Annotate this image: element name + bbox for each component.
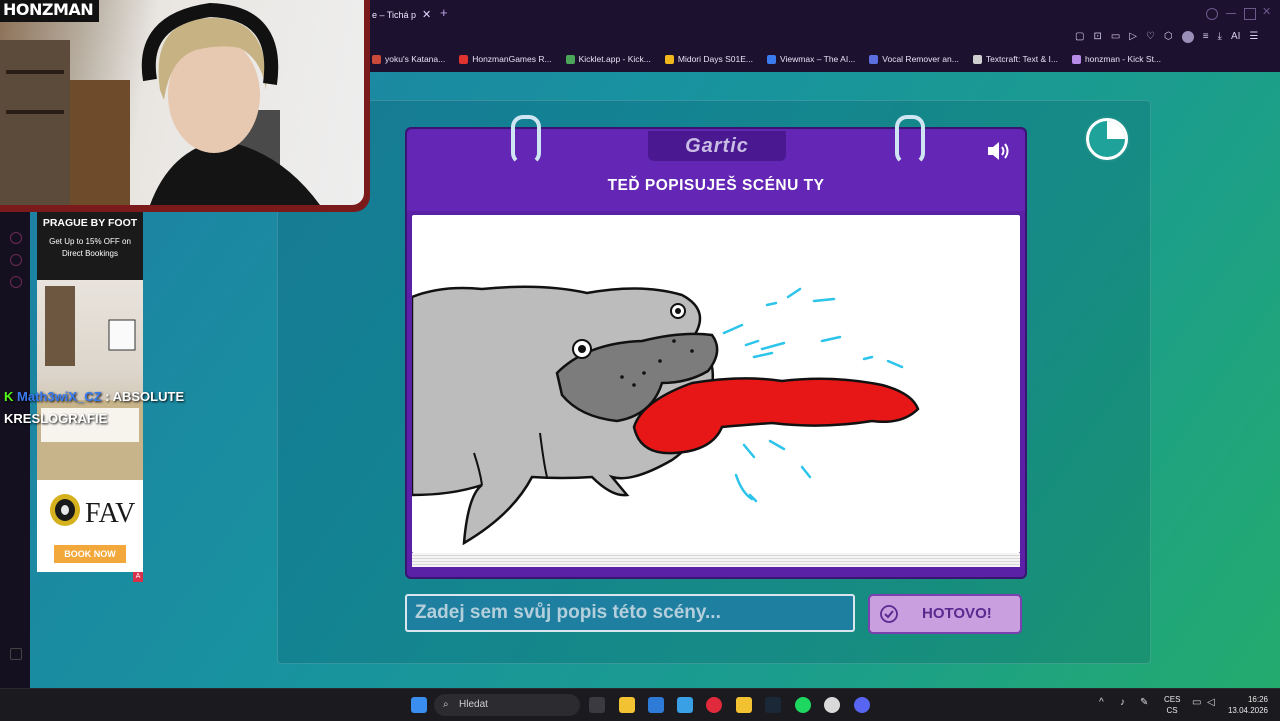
- menu-icon[interactable]: ≡: [1203, 31, 1209, 43]
- screenshot-icon[interactable]: ⊡: [1093, 31, 1101, 43]
- kick-logo-icon: K: [4, 389, 14, 404]
- steam-icon[interactable]: [765, 697, 781, 713]
- display-icon[interactable]: ▭: [1192, 697, 1201, 708]
- chat-separator: :: [101, 389, 113, 404]
- volume-icon[interactable]: ◁: [1207, 697, 1215, 708]
- bookmark-item[interactable]: Vocal Remover an...: [869, 50, 959, 68]
- tray-chevron-icon[interactable]: ^: [1099, 697, 1104, 708]
- bookmark-item[interactable]: Textcraft: Text & I...: [972, 50, 1058, 68]
- extensions-icon[interactable]: ⬡: [1164, 31, 1173, 43]
- notepad-icon[interactable]: [736, 697, 752, 713]
- gartic-logo: Gartic: [685, 135, 749, 157]
- language-indicator[interactable]: CES CS: [1164, 694, 1180, 716]
- settings-icon[interactable]: ☰: [1249, 31, 1258, 43]
- chat-message: K Math3wiX_CZ : ABSOLUTE KRESLOGRAFIE: [4, 386, 264, 430]
- search-placeholder: Hledat: [459, 699, 488, 710]
- clock-time: 16:26: [1247, 695, 1268, 704]
- bookmark-item[interactable]: yoku's Katana...: [372, 50, 445, 68]
- bookmark-item[interactable]: honzman - Kick St...: [1071, 50, 1161, 68]
- keyboard-layout: CS: [1166, 706, 1178, 715]
- favicon-icon: [664, 54, 674, 64]
- favicon-icon: [372, 54, 381, 64]
- ad-banner: DARE TO EXPLORE PRAGUE BY FOOT Get Up to…: [37, 205, 143, 280]
- windows-start-icon[interactable]: [411, 697, 427, 713]
- new-tab-button[interactable]: +: [440, 5, 448, 20]
- sidebar-settings-icon[interactable]: [10, 276, 22, 288]
- ms-store-icon[interactable]: [648, 697, 664, 713]
- sidebar-more-icon[interactable]: [10, 648, 22, 660]
- close-window-icon[interactable]: ✕: [1262, 7, 1272, 18]
- minimize-icon[interactable]: [1226, 8, 1236, 14]
- binder-ring-icon: [511, 115, 541, 165]
- adchoices-icon[interactable]: A: [133, 572, 143, 582]
- spotify-icon[interactable]: [795, 697, 811, 713]
- favicon-icon: [1071, 54, 1081, 64]
- maximize-icon[interactable]: [1244, 8, 1256, 20]
- profile-avatar[interactable]: [1181, 31, 1194, 43]
- page-stack-divider: [412, 553, 1020, 567]
- outlook-icon[interactable]: [677, 697, 693, 713]
- play-icon[interactable]: ▷: [1129, 31, 1137, 43]
- sidebar-history-icon[interactable]: [10, 232, 22, 244]
- svg-text:FAV: FAV: [85, 498, 135, 529]
- browser-toolbar: ▢ ⊡ ▭ ▷ ♡ ⬡ ≡ ⤓ AI ☰: [1075, 31, 1258, 43]
- gartic-card: Gartic TEĎ POPISUJEŠ SCÉNU TY: [405, 115, 1027, 579]
- favicon-icon: [972, 54, 982, 64]
- chat-username: Math3wiX_CZ: [17, 389, 102, 404]
- bookmark-item[interactable]: Midori Days S01E...: [664, 50, 753, 68]
- system-clock[interactable]: 16:26 13.04.2026: [1222, 694, 1268, 716]
- binder-ring-icon: [895, 115, 925, 165]
- bookmarks-bar: yoku's Katana... HonzmanGames R... Kickl…: [372, 50, 1161, 68]
- pen-icon[interactable]: ✎: [1140, 697, 1148, 708]
- language-code: CES: [1164, 695, 1181, 704]
- chat-app-icon[interactable]: [824, 697, 840, 713]
- sidebar-messenger-icon[interactable]: [10, 254, 22, 266]
- speaker-icon[interactable]: [986, 140, 1012, 167]
- download-icon[interactable]: ⤓: [1218, 31, 1222, 43]
- search-icon: ⌕: [443, 699, 449, 710]
- favicon-icon: [565, 54, 575, 64]
- tab-close-icon[interactable]: ✕: [422, 8, 431, 21]
- timer-clock-icon: [1084, 116, 1130, 162]
- clock-date: 13.04.2026: [1227, 706, 1268, 715]
- card-header: Gartic TEĎ POPISUJEŠ SCÉNU TY: [407, 115, 1025, 211]
- windows-taskbar: ⌕ Hledat ^ ♪ ✎ CES CS ▭ ◁ 16:26 13.04.20…: [0, 688, 1280, 721]
- favicon-icon: [869, 54, 879, 64]
- webcam-feed: [0, 0, 364, 205]
- favicon-icon: [459, 54, 469, 64]
- discord-icon[interactable]: [854, 697, 870, 713]
- cast-icon[interactable]: ▭: [1111, 31, 1120, 43]
- page-title: TEĎ POPISUJEŠ SCÉNU TY: [607, 177, 825, 194]
- bookmark-item[interactable]: HonzmanGames R...: [459, 50, 552, 68]
- bookmark-item[interactable]: Kicklet.app - Kick...: [565, 50, 651, 68]
- heart-icon[interactable]: ♡: [1146, 31, 1155, 43]
- aria-ai-button[interactable]: AI: [1231, 31, 1240, 43]
- done-button[interactable]: HOTOVO!: [868, 594, 1022, 634]
- opera-icon[interactable]: [706, 697, 722, 713]
- scene-description-input[interactable]: [405, 594, 855, 632]
- file-explorer-icon[interactable]: [619, 697, 635, 713]
- task-view-icon[interactable]: [589, 697, 605, 713]
- drawing-canvas: [410, 215, 1020, 553]
- hotel-room-photo: [37, 280, 143, 480]
- streamer-name-label: HONZMAN: [0, 0, 100, 22]
- search-tabs-icon[interactable]: [1206, 8, 1218, 20]
- ad-headline: PRAGUE BY FOOT: [42, 217, 138, 229]
- bookmark-item[interactable]: Viewmax – The AI...: [767, 50, 855, 68]
- taskbar-search-input[interactable]: ⌕ Hledat: [434, 694, 580, 716]
- intel-fav-logo: FAV: [45, 488, 135, 538]
- webcam-overlay: HONZMAN: [0, 0, 370, 212]
- check-icon: [880, 605, 898, 623]
- ad-subtext: Get Up to 15% OFF on Direct Bookings: [49, 237, 131, 258]
- microphone-icon[interactable]: ♪: [1120, 697, 1125, 708]
- favicon-icon: [767, 54, 776, 64]
- done-button-label: HOTOVO!: [922, 605, 992, 622]
- book-now-button[interactable]: BOOK NOW: [54, 545, 126, 563]
- bookmark-icon[interactable]: ▢: [1075, 31, 1084, 43]
- round-timer: [1083, 115, 1131, 163]
